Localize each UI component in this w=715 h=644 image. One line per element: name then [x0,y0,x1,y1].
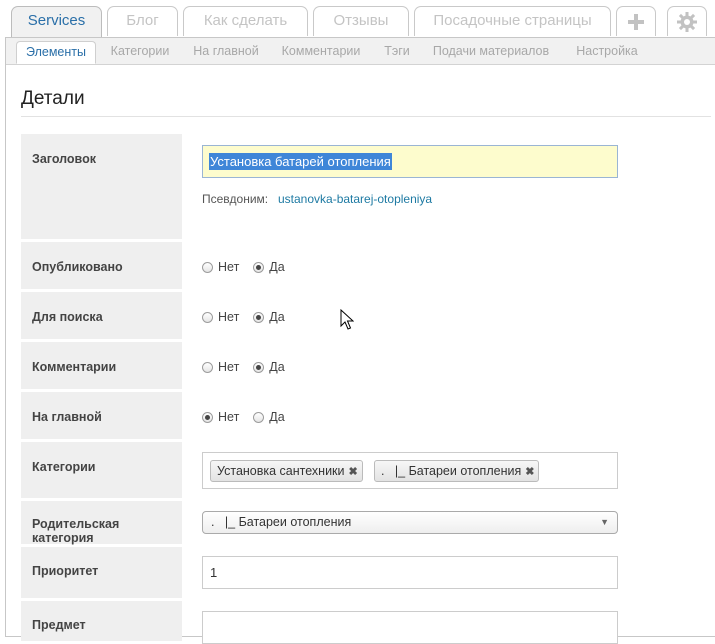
categories-multiselect[interactable]: Установка сантехники ✖ . |_ Батареи отопл… [202,452,618,489]
subtab-comments[interactable]: Комментарии [276,41,366,64]
plus-icon [628,13,644,30]
radio-label-yes: Да [269,410,285,424]
subtab-label: На главной [193,44,259,58]
remove-token-icon[interactable]: ✖ [525,466,534,478]
label-subject: Предмет [21,601,182,641]
title-input-value: Установка батарей отопления [209,153,392,170]
settings-tab-button[interactable] [667,6,707,36]
subtab-label: Подачи материалов [432,44,550,58]
tab-reviews[interactable]: Отзывы [313,6,409,36]
sub-tab-bar: Элементы Категории На главной Комментари… [6,38,715,65]
category-token-label: . |_ Батареи отопления [381,464,522,478]
alias-link[interactable]: ustanovka-batarej-otopleniya [278,192,432,206]
category-token[interactable]: Установка сантехники ✖ [210,460,363,482]
subtab-categories[interactable]: Категории [104,41,176,64]
label-published: Опубликовано [21,242,182,289]
label-frontpage: На главной [21,392,182,439]
add-tab-button[interactable] [616,6,656,36]
alias-label: Псевдоним: [202,192,269,206]
comments-radio-group: Нет Да [202,360,299,374]
searchable-radio-no[interactable] [202,311,213,323]
frontpage-radio-yes[interactable] [253,411,265,423]
subject-input[interactable] [202,611,618,644]
radio-label-yes: Да [269,360,285,374]
subtab-settings[interactable]: Настройка [569,41,645,64]
subtab-label: Категории [110,44,170,58]
tab-landing-pages[interactable]: Посадочные страницы [414,6,611,36]
title-input[interactable]: Установка батарей отопления [202,145,618,178]
priority-input[interactable]: 1 [202,556,618,589]
subtab-label: Настройка [576,44,638,58]
subtab-submissions[interactable]: Подачи материалов [430,41,552,64]
frontpage-radio-no[interactable] [202,411,213,423]
category-token-label: Установка сантехники [217,464,345,478]
radio-label-no: Нет [218,310,240,324]
priority-value: 1 [210,565,218,580]
published-radio-group: Нет Да [202,260,299,274]
subtab-label: Комментарии [281,44,361,58]
parent-category-value: . |_ Батареи отопления [211,515,352,529]
content-panel: Элементы Категории На главной Комментари… [5,37,715,644]
tab-label: Посадочные страницы [433,12,592,29]
comments-radio-no[interactable] [202,361,213,373]
published-radio-yes[interactable] [253,261,265,273]
searchable-radio-yes[interactable] [253,311,265,323]
radio-label-no: Нет [218,410,240,424]
divider [21,116,711,117]
label-parent-category: Родительская категория [21,501,182,545]
subtab-label: Элементы [26,45,86,59]
subtab-frontpage[interactable]: На главной [186,41,266,64]
tab-label: Отзывы [333,12,389,29]
category-token[interactable]: . |_ Батареи отопления ✖ [374,460,540,482]
radio-label-no: Нет [218,260,240,274]
radio-label-yes: Да [269,310,285,324]
label-comments: Комментарии [21,342,182,389]
published-radio-no[interactable] [202,261,213,273]
radio-label-no: Нет [218,360,240,374]
tab-blog[interactable]: Блог [107,6,178,36]
label-title: Заголовок [21,134,182,239]
dropdown-arrow-icon: ▼ [600,517,609,527]
tab-label: Как сделать [203,12,288,29]
tab-services[interactable]: Services [11,6,102,38]
label-categories: Категории [21,442,182,498]
radio-label-yes: Да [269,260,285,274]
label-priority: Приоритет [21,547,182,598]
remove-token-icon[interactable]: ✖ [349,466,358,478]
tab-label: Services [27,12,86,29]
comments-radio-yes[interactable] [253,361,265,373]
searchable-radio-group: Нет Да [202,310,299,324]
parent-category-select[interactable]: . |_ Батареи отопления ▼ [202,511,618,534]
tab-how-to[interactable]: Как сделать [183,6,308,36]
subtab-tags[interactable]: Тэги [379,41,415,64]
subtab-label: Тэги [384,44,410,58]
top-tab-bar: Services Блог Как сделать Отзывы Посадоч… [0,0,715,38]
subtab-elements[interactable]: Элементы [16,41,96,64]
label-searchable: Для поиска [21,292,182,339]
gear-icon [677,11,697,32]
tab-label: Блог [126,12,159,29]
frontpage-radio-group: Нет Да [202,410,299,424]
mouse-pointer-icon [340,309,354,330]
section-title: Детали [21,88,85,109]
